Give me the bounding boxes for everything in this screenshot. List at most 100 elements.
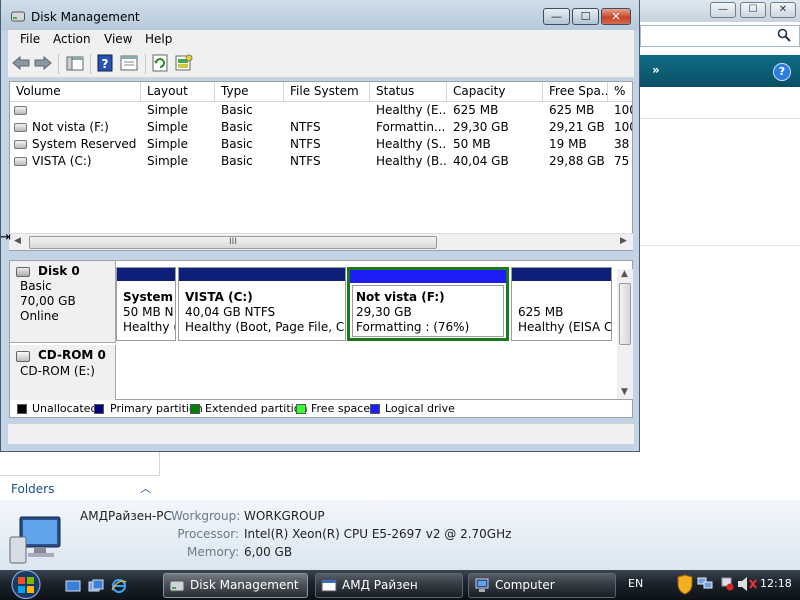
column-header-volume[interactable]: Volume [10, 82, 141, 102]
switch-windows-icon[interactable] [88, 578, 104, 594]
folders-label: Folders [11, 482, 55, 496]
workgroup-key: Workgroup: [171, 509, 241, 523]
refresh-icon[interactable] [152, 54, 168, 72]
disk-type: CD-ROM (E:) [20, 364, 95, 378]
cell-percent-free: 38 [614, 137, 630, 151]
table-row[interactable]: Not vista (F:) Simple Basic NTFS Formatt… [10, 119, 632, 136]
cell-file-system: NTFS [290, 120, 321, 134]
help-icon[interactable]: ? [773, 63, 791, 81]
menu-help[interactable]: Help [145, 32, 172, 46]
scrollbar-thumb[interactable] [619, 283, 631, 345]
table-row[interactable]: System Reserved (... Simple Basic NTFS H… [10, 136, 632, 153]
toolbar-separator [90, 54, 91, 74]
folders-bar[interactable]: Folders ︿ [0, 475, 160, 500]
clock[interactable]: 12:18 [760, 577, 792, 590]
column-header-layout[interactable]: Layout [141, 82, 215, 102]
cdrom-0-label[interactable]: CD-ROM 0 CD-ROM (E:) [10, 345, 116, 401]
chevron-up-icon[interactable]: ︿ [140, 480, 151, 496]
column-header-percent-free[interactable]: % [608, 82, 632, 102]
partition-system-reserved[interactable]: System I 50 MB N Healthy ( [116, 267, 176, 341]
partition-not-vista-f[interactable]: Not vista (F:) 29,30 GB Formatting : (76… [347, 267, 509, 341]
language-indicator[interactable]: EN [628, 577, 643, 590]
network-error-icon [721, 577, 734, 591]
disk-graphical-view: Disk 0 Basic 70,00 GB Online System I 50… [9, 260, 633, 401]
cell-free-space: 625 MB [549, 103, 595, 117]
cd-rom-icon [16, 351, 30, 362]
maximize-button[interactable]: ☐ [572, 8, 599, 25]
cell-file-system: NTFS [290, 137, 321, 151]
bg-maximize-button[interactable]: ☐ [740, 2, 766, 18]
console-tree-icon[interactable] [66, 55, 84, 71]
minimize-button[interactable]: — [543, 8, 570, 25]
primary-partition-bar [179, 268, 345, 281]
partition-vista-c[interactable]: VISTA (C:) 40,04 GB NTFS Healthy (Boot, … [178, 267, 346, 341]
svg-text:?: ? [102, 57, 109, 71]
legend-swatch-unallocated [17, 404, 27, 414]
cell-layout: Simple [147, 120, 188, 134]
taskbar-button-computer[interactable]: Computer [468, 573, 616, 598]
scroll-right-arrow-icon[interactable]: ▶ [620, 236, 627, 246]
cell-layout: Simple [147, 154, 188, 168]
column-header-type[interactable]: Type [215, 82, 284, 102]
properties-icon[interactable] [120, 55, 138, 71]
horizontal-scrollbar[interactable]: ◀ III ▶ [9, 233, 633, 250]
menu-action[interactable]: Action [53, 32, 91, 46]
cell-type: Basic [221, 154, 253, 168]
window-titlebar[interactable]: Disk Management — ☐ ✕ [1, 0, 639, 30]
legend-label: Unallocated [32, 402, 98, 415]
scroll-left-arrow-icon[interactable]: ◀ [14, 236, 21, 246]
scroll-down-arrow-icon[interactable]: ▼ [621, 387, 628, 397]
show-desktop-icon[interactable] [65, 578, 81, 594]
partition-size: 625 MB [518, 305, 564, 319]
bg-search-input[interactable] [640, 25, 800, 47]
taskbar-button-label: Disk Management [190, 578, 299, 592]
forward-arrow-icon[interactable] [34, 56, 52, 70]
bg-chevron-icon[interactable]: » [652, 63, 660, 77]
column-header-capacity[interactable]: Capacity [447, 82, 543, 102]
cell-volume: VISTA (C:) [32, 154, 92, 168]
rescan-disks-icon[interactable] [175, 54, 193, 72]
taskbar-button-label: АМД Райзен [342, 578, 418, 592]
column-header-file-system[interactable]: File System [284, 82, 370, 102]
cell-file-system [284, 102, 370, 119]
taskbar-button-disk-management[interactable]: Disk Management [163, 573, 308, 598]
cell-file-system: NTFS [290, 154, 321, 168]
processor-key: Processor: [177, 527, 239, 541]
internet-explorer-icon[interactable] [111, 578, 127, 594]
partition-eisa-config[interactable]: 625 MB Healthy (EISA Co [511, 267, 612, 341]
bg-close-button[interactable]: ✕ [770, 2, 796, 18]
computer-name: АМДРайзен-PC [80, 509, 172, 523]
column-header-free-space[interactable]: Free Spa... [543, 82, 608, 102]
menu-file[interactable]: File [20, 32, 40, 46]
taskbar-button-amd-raizen[interactable]: АМД Райзен [315, 573, 463, 598]
bg-divider [640, 245, 800, 246]
table-row[interactable]: VISTA (C:) Simple Basic NTFS Healthy (B.… [10, 153, 632, 170]
cell-capacity: 50 MB [453, 137, 491, 151]
close-button[interactable]: ✕ [601, 8, 631, 25]
start-button[interactable] [3, 569, 49, 600]
legend-label: Free space [311, 402, 371, 415]
cell-status: Healthy (B... [376, 154, 447, 168]
scroll-up-arrow-icon[interactable]: ▲ [621, 269, 628, 279]
bg-minimize-button[interactable]: — [710, 2, 736, 18]
back-arrow-icon[interactable] [12, 56, 30, 70]
scrollbar-thumb[interactable]: III [29, 236, 437, 249]
table-row[interactable]: Simple Basic Healthy (E... 625 MB 625 MB… [10, 102, 632, 119]
partition-status: Formatting : (76%) [356, 320, 470, 334]
cell-volume [26, 102, 141, 119]
menu-view[interactable]: View [104, 32, 132, 46]
volume-list-header: Volume Layout Type File System Status Ca… [10, 82, 632, 102]
column-header-status[interactable]: Status [370, 82, 447, 102]
cell-free-space: 29,88 GB [549, 154, 605, 168]
vertical-scrollbar[interactable]: ▲ ▼ [617, 269, 633, 399]
search-icon[interactable] [777, 28, 791, 42]
legend-label: Primary partition [110, 402, 203, 415]
toolbar: ? [8, 50, 634, 78]
partition-status: Healthy ( [123, 320, 175, 334]
help-icon[interactable]: ? [97, 54, 113, 72]
legend-swatch-primary [94, 404, 104, 414]
processor-value: Intel(R) Xeon(R) CPU E5-2697 v2 @ 2.70GH… [244, 527, 512, 541]
disk-0-label[interactable]: Disk 0 Basic 70,00 GB Online [10, 261, 116, 343]
window-title: Disk Management [31, 10, 140, 24]
menu-bar: File Action View Help [8, 30, 634, 50]
